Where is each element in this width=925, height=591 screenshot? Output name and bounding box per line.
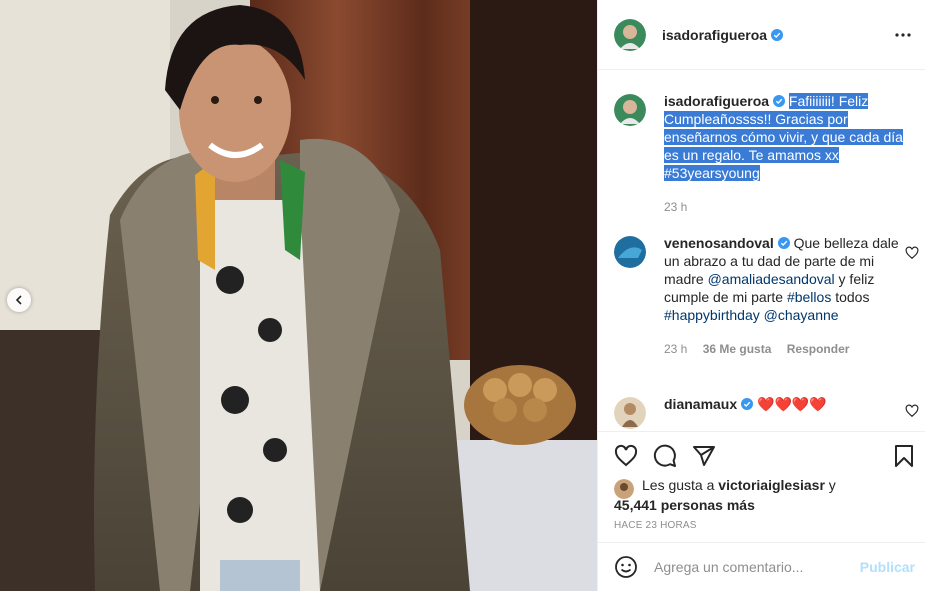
- commenter-username[interactable]: dianamaux: [664, 396, 737, 412]
- comment-text: ❤️❤️❤️❤️: [757, 396, 827, 412]
- post-side-panel: isadorafigueroa isadorafigueroa Fafiiiii…: [597, 0, 925, 591]
- share-button[interactable]: [690, 442, 718, 470]
- hashtag-link[interactable]: #bellos: [787, 289, 831, 305]
- caption-meta: 23 h: [664, 198, 909, 216]
- author-avatar[interactable]: [614, 18, 646, 51]
- likes-and: y: [824, 477, 836, 493]
- post-photo[interactable]: [0, 0, 597, 591]
- chevron-left-icon: [15, 295, 22, 305]
- comment-likes[interactable]: 36 Me gusta: [703, 342, 772, 356]
- caption-comment: isadorafigueroa Fafiiiiiii! Feliz Cumple…: [614, 92, 909, 216]
- comment-item: dianamaux ❤️❤️❤️❤️: [614, 395, 909, 429]
- likes-count[interactable]: 45,441 personas más: [614, 496, 909, 514]
- hashtag-link[interactable]: #happybirthday: [664, 307, 760, 323]
- caption-avatar[interactable]: [614, 94, 646, 126]
- mention-link[interactable]: @amaliadesandoval: [708, 271, 835, 287]
- add-comment-bar: Publicar: [598, 542, 925, 591]
- comment-text: todos: [831, 289, 870, 305]
- previous-photo-button[interactable]: [7, 288, 31, 312]
- emoji-icon[interactable]: [614, 555, 638, 579]
- commenter-avatar[interactable]: [614, 236, 646, 268]
- caption-time[interactable]: 23 h: [664, 200, 687, 214]
- liker-avatar[interactable]: [614, 479, 634, 499]
- caption-username[interactable]: isadorafigueroa: [664, 93, 769, 109]
- like-comment-heart-icon[interactable]: [905, 246, 919, 260]
- like-comment-heart-icon[interactable]: [905, 404, 919, 418]
- verified-icon: [741, 398, 754, 410]
- reply-button[interactable]: Responder: [787, 342, 850, 356]
- comment-time[interactable]: 23 h: [664, 342, 687, 356]
- mention-link[interactable]: @chayanne: [764, 307, 839, 323]
- liker-username[interactable]: victoriaiglesiasr: [718, 477, 825, 493]
- like-button[interactable]: [612, 442, 640, 470]
- verified-icon: [771, 28, 784, 41]
- commenter-avatar[interactable]: [614, 397, 646, 429]
- post-timestamp[interactable]: Hace 23 horas: [614, 520, 697, 531]
- comment-button[interactable]: [651, 442, 679, 470]
- author-username[interactable]: isadorafigueroa: [662, 27, 767, 43]
- more-options-button[interactable]: [891, 23, 915, 47]
- comment-icon: [653, 444, 676, 467]
- bookmark-icon: [895, 445, 913, 467]
- likes-prefix: Les gusta a: [642, 477, 719, 493]
- publish-button[interactable]: Publicar: [860, 559, 915, 575]
- comment-input[interactable]: [654, 559, 854, 575]
- more-options-icon: [895, 33, 911, 37]
- post-header: isadorafigueroa: [598, 0, 925, 70]
- share-icon: [693, 446, 715, 466]
- comment-item: venenosandoval Que belleza dale un abraz…: [614, 234, 909, 358]
- commenter-username[interactable]: venenosandoval: [664, 235, 774, 251]
- comments-list[interactable]: isadorafigueroa Fafiiiiiii! Feliz Cumple…: [598, 71, 925, 431]
- verified-icon: [773, 95, 786, 107]
- comment-meta: 23 h 36 Me gusta Responder: [664, 340, 909, 358]
- heart-icon: [614, 444, 638, 467]
- post-actions-bar: [598, 431, 925, 481]
- save-button[interactable]: [890, 442, 918, 470]
- likes-summary: Les gusta a victoriaiglesiasr y 45,441 p…: [614, 476, 909, 514]
- verified-icon: [777, 237, 790, 249]
- photo-illustration: [0, 0, 597, 591]
